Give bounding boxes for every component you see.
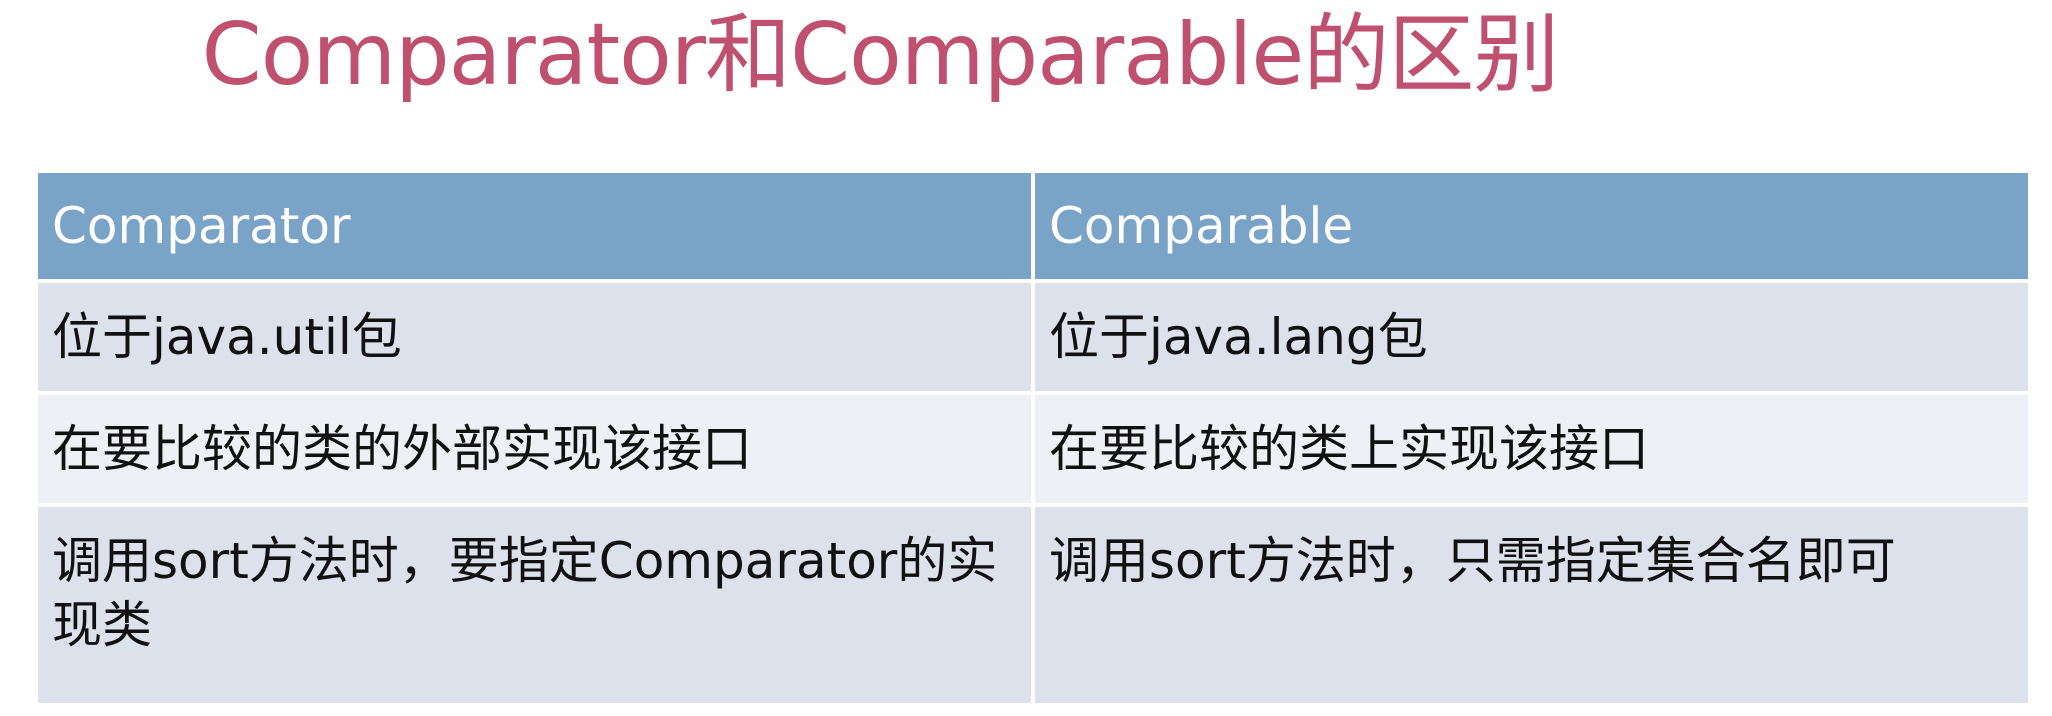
- comparison-table-container: Comparator Comparable 位于java.util包 位于jav…: [38, 173, 2028, 707]
- table-cell: 调用sort方法时，要指定Comparator的实现类: [38, 505, 1035, 707]
- header-row: Comparator Comparable: [38, 173, 2028, 283]
- table-cell: 在要比较的类的外部实现该接口: [38, 393, 1035, 507]
- table-row: 位于java.util包 位于java.lang包: [38, 281, 2028, 395]
- table-cell: 在要比较的类上实现该接口: [1033, 393, 2028, 507]
- table-row: 在要比较的类的外部实现该接口 在要比较的类上实现该接口: [38, 393, 2028, 507]
- table-body: 位于java.util包 位于java.lang包 在要比较的类的外部实现该接口…: [38, 281, 2028, 707]
- table-cell: 位于java.lang包: [1033, 281, 2028, 395]
- slide-title: Comparator和Comparable的区别: [201, 5, 1560, 105]
- table-header: Comparator Comparable: [38, 173, 2028, 283]
- slide: Comparator和Comparable的区别 Comparator Comp…: [0, 0, 2052, 716]
- header-cell-comparable: Comparable: [1033, 173, 2028, 283]
- comparison-table: Comparator Comparable 位于java.util包 位于jav…: [38, 173, 2028, 707]
- header-cell-comparator: Comparator: [38, 173, 1035, 283]
- table-cell: 位于java.util包: [38, 281, 1035, 395]
- table-row: 调用sort方法时，要指定Comparator的实现类 调用sort方法时，只需…: [38, 505, 2028, 707]
- table-cell: 调用sort方法时，只需指定集合名即可: [1033, 505, 2028, 707]
